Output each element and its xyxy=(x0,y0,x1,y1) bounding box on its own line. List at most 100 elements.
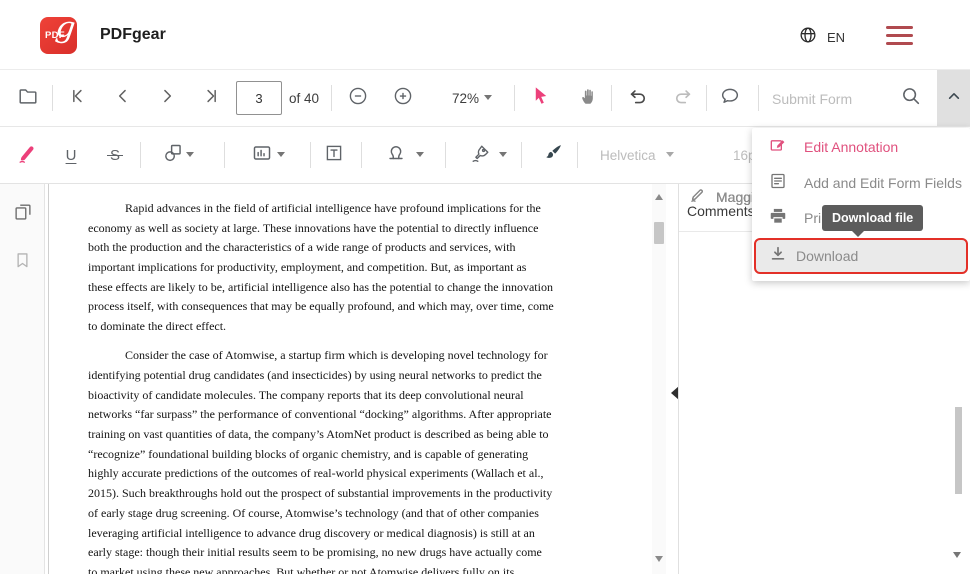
signature-dropdown-caret[interactable] xyxy=(499,148,507,166)
last-page-icon xyxy=(201,86,221,111)
first-page-icon xyxy=(68,86,88,111)
document-text-line: to market using these new approaches. Bu… xyxy=(88,565,663,574)
shapes-dropdown-caret[interactable] xyxy=(186,148,194,166)
logo-g-glyph: g xyxy=(53,17,77,46)
header: PDF g PDFgear EN xyxy=(0,0,970,70)
menu-item-download[interactable]: Download xyxy=(754,238,968,274)
bookmark-icon xyxy=(12,258,33,275)
text-box-icon xyxy=(323,142,345,169)
highlighter-icon xyxy=(17,142,39,169)
open-file-button[interactable] xyxy=(10,80,46,116)
printer-icon xyxy=(768,206,788,231)
hand-pan-button[interactable] xyxy=(571,80,607,116)
comments-scrollbar-thumb[interactable] xyxy=(955,407,962,494)
comment-bubble-icon xyxy=(719,85,741,112)
menu-item-form-fields[interactable]: Add and Edit Form Fields xyxy=(752,166,970,200)
collapse-toolbar-icon xyxy=(944,86,964,111)
document-text-line: bioactivity of candidate molecules. The … xyxy=(88,388,663,408)
app-title: PDFgear xyxy=(100,26,166,44)
shapes-icon xyxy=(162,142,184,169)
hand-pan-icon xyxy=(578,85,600,112)
menu-item-label: Add and Edit Form Fields xyxy=(804,175,962,191)
next-page-icon xyxy=(157,86,177,111)
document-page: Rapid advances in the field of artificia… xyxy=(88,201,663,574)
download-icon xyxy=(768,244,788,269)
document-scrollbar[interactable] xyxy=(652,184,666,574)
zoom-out-icon xyxy=(347,85,369,112)
signature-tool-button[interactable] xyxy=(463,137,499,173)
download-tooltip: Download file xyxy=(822,205,923,231)
text-box-tool-button[interactable] xyxy=(316,137,352,173)
stamp-icon xyxy=(385,142,407,169)
stamp-dropdown-caret[interactable] xyxy=(416,148,424,166)
document-text-line: both the production and the characterist… xyxy=(88,240,663,260)
page-edge xyxy=(48,184,49,574)
pdfgear-logo: PDF g xyxy=(40,17,77,54)
document-text-line: economy as well as society at large. The… xyxy=(88,221,663,241)
draw-tool-button[interactable] xyxy=(535,137,571,173)
underline-tool-button[interactable]: U xyxy=(53,137,89,173)
document-text-line: Rapid advances in the field of artificia… xyxy=(88,201,663,221)
bookmarks-button[interactable] xyxy=(12,250,33,276)
document-text-line: leveraging artificial intelligence to ad… xyxy=(88,526,663,546)
language-label: EN xyxy=(827,30,845,45)
main-toolbar: of 40 72% xyxy=(0,70,970,127)
last-page-button[interactable] xyxy=(193,80,229,116)
page-total-label: of 40 xyxy=(289,91,319,106)
previous-page-button[interactable] xyxy=(105,80,141,116)
edit-annotation-icon xyxy=(768,135,788,160)
stamp-tool-button[interactable] xyxy=(378,137,414,173)
first-page-button[interactable] xyxy=(60,80,96,116)
scroll-up-arrow-icon[interactable] xyxy=(655,190,663,200)
redo-icon xyxy=(672,85,694,112)
document-text-line: Consider the case of Atomwise, a startup… xyxy=(88,348,663,368)
document-text-line: these effects are likely to be, artifici… xyxy=(88,280,663,300)
zoom-out-button[interactable] xyxy=(340,80,376,116)
page-number-input[interactable] xyxy=(236,81,282,115)
document-scrollbar-thumb[interactable] xyxy=(654,222,664,244)
strikethrough-icon: S xyxy=(110,147,120,164)
document-text-line: important implications for productivity,… xyxy=(88,260,663,280)
menu-item-label: Download xyxy=(796,248,858,264)
next-page-button[interactable] xyxy=(149,80,185,116)
menu-item-label: Edit Annotation xyxy=(804,139,898,155)
font-family-select[interactable]: Helvetica xyxy=(600,148,656,163)
collapse-panel-handle[interactable] xyxy=(664,386,678,400)
scroll-down-arrow-icon[interactable] xyxy=(655,556,663,566)
hamburger-menu-icon[interactable] xyxy=(886,26,913,45)
search-icon xyxy=(900,85,922,112)
collapse-toolbar-button[interactable] xyxy=(937,70,970,126)
document-text-line: “recognize” foundational building blocks… xyxy=(88,447,663,467)
document-text-line: of early stage drug screening. Of course… xyxy=(88,506,663,526)
image-tool-button[interactable] xyxy=(244,137,280,173)
strikethrough-tool-button[interactable]: S xyxy=(97,137,133,173)
zoom-dropdown-caret[interactable] xyxy=(484,91,492,109)
document-area: Rapid advances in the field of artificia… xyxy=(45,184,678,574)
submit-form-button[interactable]: Submit Form xyxy=(772,91,852,107)
page-thumbnails-icon xyxy=(12,210,34,227)
comment-button[interactable] xyxy=(712,80,748,116)
image-dropdown-caret[interactable] xyxy=(277,148,285,166)
document-text-line: to dominate the direct effect. xyxy=(88,319,663,339)
font-family-caret[interactable] xyxy=(666,148,674,166)
document-text-line: networks “far surpass” the performance o… xyxy=(88,407,663,427)
brush-icon xyxy=(542,142,564,169)
highlight-tool-button[interactable] xyxy=(10,137,46,173)
select-cursor-icon xyxy=(530,85,552,112)
menu-item-edit-annotation[interactable]: Edit Annotation xyxy=(752,130,970,164)
pen-annotation-icon xyxy=(689,186,706,208)
document-text-line: early stage: though their initial result… xyxy=(88,545,663,565)
select-tool-button[interactable] xyxy=(523,80,559,116)
undo-button[interactable] xyxy=(620,80,656,116)
document-text-line: training on vast quantities of data, the… xyxy=(88,427,663,447)
search-button[interactable] xyxy=(893,80,929,116)
redo-button[interactable] xyxy=(665,80,701,116)
document-text-line: highly accurate predictions of the outco… xyxy=(88,466,663,486)
folder-open-icon xyxy=(17,85,39,112)
signature-icon xyxy=(470,142,492,169)
zoom-in-button[interactable] xyxy=(385,80,421,116)
language-selector[interactable]: EN xyxy=(798,25,845,50)
page-thumbnails-button[interactable] xyxy=(12,201,34,228)
comments-scroll-down-icon[interactable] xyxy=(953,552,961,562)
undo-icon xyxy=(627,85,649,112)
